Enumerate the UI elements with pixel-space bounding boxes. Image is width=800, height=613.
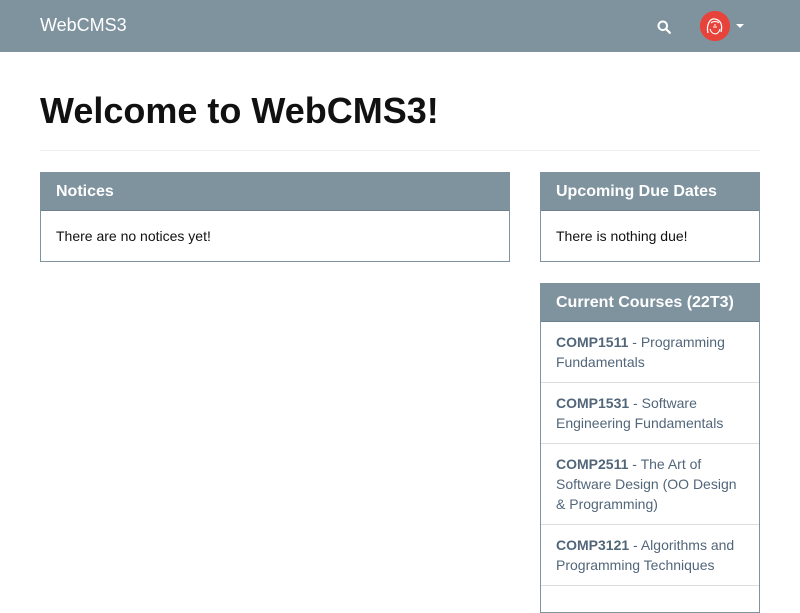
- title-divider: [40, 150, 760, 151]
- course-separator: -: [628, 334, 641, 350]
- course-separator: -: [629, 537, 641, 553]
- due-dates-heading: Upcoming Due Dates: [541, 173, 759, 211]
- course-code: COMP1531: [556, 395, 630, 411]
- course-link[interactable]: COMP1511 - Programming Fundamentals: [541, 322, 759, 383]
- current-courses-heading: Current Courses (22T3): [541, 284, 759, 322]
- brand-link[interactable]: WebCMS3: [40, 15, 127, 36]
- search-icon: [657, 20, 671, 34]
- course-code: COMP1511: [556, 334, 629, 350]
- notices-body: There are no notices yet!: [56, 228, 211, 244]
- course-list: COMP1511 - Programming Fundamentals COMP…: [541, 322, 759, 586]
- course-code: COMP2511: [556, 456, 629, 472]
- due-dates-panel: Upcoming Due Dates There is nothing due!: [540, 172, 760, 262]
- due-dates-body: There is nothing due!: [556, 228, 688, 244]
- user-menu-toggle[interactable]: [700, 11, 748, 41]
- search-button[interactable]: [652, 16, 676, 38]
- top-navbar: WebCMS3: [0, 0, 800, 52]
- avatar-image: [700, 11, 730, 41]
- course-code: COMP3121: [556, 537, 630, 553]
- notices-panel: Notices There are no notices yet!: [40, 172, 510, 262]
- current-courses-panel: Current Courses (22T3) COMP1511 - Progra…: [540, 283, 760, 613]
- course-link[interactable]: COMP2511 - The Art of Software Design (O…: [541, 444, 759, 525]
- page-title: Welcome to WebCMS3!: [40, 90, 439, 131]
- caret-down-icon: [736, 24, 744, 28]
- course-separator: -: [629, 395, 642, 411]
- course-separator: -: [628, 456, 641, 472]
- course-link[interactable]: COMP3121 - Algorithms and Programming Te…: [541, 525, 759, 586]
- avatar: [700, 11, 730, 41]
- course-link[interactable]: COMP1531 - Software Engineering Fundamen…: [541, 383, 759, 444]
- notices-heading: Notices: [41, 173, 509, 211]
